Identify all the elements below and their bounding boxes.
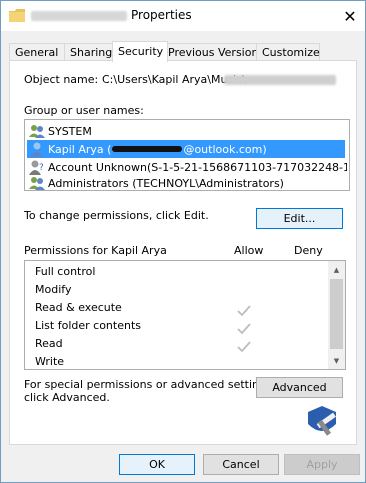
group-user-list[interactable]: SYSTEM Kapil Arya ( @outlook.com) ? Acco… — [24, 119, 350, 191]
allow-check-icon — [237, 341, 251, 353]
list-item[interactable]: SYSTEM — [29, 122, 347, 140]
tab-security[interactable]: Security — [112, 41, 168, 62]
title-folder-name-redacted — [31, 11, 127, 21]
object-name-label: Object name: — [24, 73, 99, 86]
permission-row: Read & execute — [35, 301, 122, 314]
watermark-logo — [308, 406, 336, 436]
permissions-list[interactable]: Full control Modify Read & execute List … — [24, 260, 346, 370]
tab-customize[interactable]: Customize — [256, 43, 320, 61]
advanced-button[interactable]: Advanced — [256, 377, 343, 398]
window-title: Properties — [131, 8, 192, 22]
user-icon — [30, 142, 44, 157]
scroll-down-icon[interactable]: ▼ — [328, 352, 345, 369]
user-email-suffix: @outlook.com) — [183, 142, 267, 156]
allow-column-header: Allow — [234, 244, 264, 257]
permissions-header: Permissions for Kapil Arya — [24, 244, 167, 257]
folder-icon — [9, 9, 25, 22]
security-panel: Object name: C:\Users\Kapil Arya\Music\ … — [9, 60, 357, 445]
group-names-label: Group or user names: — [24, 104, 144, 117]
permission-row: Full control — [35, 265, 96, 278]
advanced-text-line1: For special permissions or advanced sett… — [24, 378, 276, 391]
scroll-up-icon[interactable]: ▲ — [328, 261, 345, 278]
deny-column-header: Deny — [294, 244, 323, 257]
allow-check-icon — [237, 305, 251, 317]
permission-row: Modify — [35, 283, 72, 296]
list-item-selected[interactable]: Kapil Arya ( @outlook.com) — [27, 140, 345, 158]
cancel-button[interactable]: Cancel — [203, 454, 279, 475]
change-permissions-text: To change permissions, click Edit. — [24, 209, 209, 222]
permission-row: Read — [35, 337, 63, 350]
scroll-thumb[interactable] — [330, 279, 343, 349]
list-item[interactable]: Administrators (TECHNOYL\Administrators) — [29, 174, 347, 192]
tab-previous-versions[interactable]: Previous Versions — [162, 43, 264, 61]
object-name-redacted — [224, 75, 336, 85]
advanced-text-line2: click Advanced. — [24, 391, 110, 404]
properties-dialog: Properties ✕ General Sharing Security Pr… — [0, 0, 366, 483]
close-button[interactable]: ✕ — [335, 1, 365, 31]
svg-text:?: ? — [39, 163, 44, 173]
user-name: Kapil Arya ( — [48, 142, 112, 156]
user-name: Account Unknown(S-1-5-21-1568671103-7170… — [48, 160, 347, 174]
permission-row: List folder contents — [35, 319, 141, 332]
users-group-icon — [29, 125, 45, 138]
user-name: Administrators (TECHNOYL\Administrators) — [48, 176, 284, 190]
tab-general[interactable]: General — [9, 43, 67, 61]
edit-button[interactable]: Edit... — [256, 208, 343, 229]
ok-button[interactable]: OK — [119, 454, 195, 475]
unknown-user-icon: ? — [29, 160, 44, 175]
permission-row: Write — [35, 355, 65, 368]
user-name: SYSTEM — [48, 124, 92, 138]
allow-check-icon — [237, 323, 251, 335]
apply-button[interactable]: Apply — [284, 454, 360, 475]
users-group-icon — [29, 177, 45, 190]
title-bar: Properties ✕ — [1, 1, 365, 31]
permissions-scrollbar[interactable]: ▲ ▼ — [328, 261, 345, 369]
email-redaction — [112, 146, 183, 152]
